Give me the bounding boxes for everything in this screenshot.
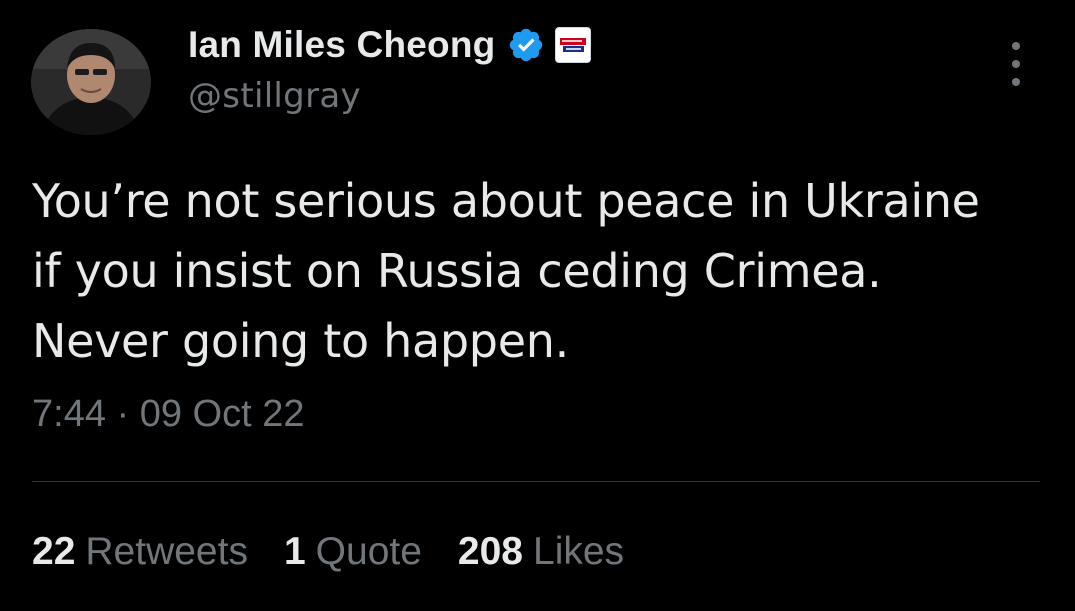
likes-stat[interactable]: 208 Likes bbox=[458, 530, 624, 574]
divider bbox=[32, 481, 1040, 482]
likes-count: 208 bbox=[457, 530, 523, 573]
affiliate-badge-icon[interactable] bbox=[555, 27, 592, 63]
author-avatar[interactable] bbox=[31, 29, 151, 135]
tweet-text: You’re not serious about peace in Ukrain… bbox=[32, 174, 980, 368]
retweets-count: 22 bbox=[32, 530, 76, 573]
more-options-button[interactable] bbox=[1000, 40, 1032, 88]
quotes-count: 1 bbox=[283, 530, 306, 573]
more-dots-vertical-icon bbox=[1012, 60, 1020, 68]
verified-badge-icon[interactable] bbox=[507, 26, 545, 64]
author-name-row: Ian Miles Cheong bbox=[188, 22, 592, 68]
author-handle[interactable]: @stillgray bbox=[188, 76, 361, 116]
likes-label: Likes bbox=[533, 530, 625, 573]
avatar-photo bbox=[31, 29, 151, 135]
quotes-stat[interactable]: 1 Quote bbox=[284, 530, 422, 574]
tweet-timestamp[interactable]: 7:44 · 09 Oct 22 bbox=[32, 393, 305, 436]
author-display-name[interactable]: Ian Miles Cheong bbox=[188, 24, 495, 66]
quotes-label: Quote bbox=[315, 530, 422, 573]
more-dots-vertical-icon bbox=[1012, 42, 1020, 50]
retweets-stat[interactable]: 22 Retweets bbox=[32, 530, 248, 574]
rebel-news-logo-icon bbox=[558, 30, 589, 60]
tweet-stats: 22 Retweets 1 Quote 208 Likes bbox=[32, 526, 660, 578]
retweets-label: Retweets bbox=[85, 530, 248, 573]
more-dots-vertical-icon bbox=[1012, 78, 1020, 86]
